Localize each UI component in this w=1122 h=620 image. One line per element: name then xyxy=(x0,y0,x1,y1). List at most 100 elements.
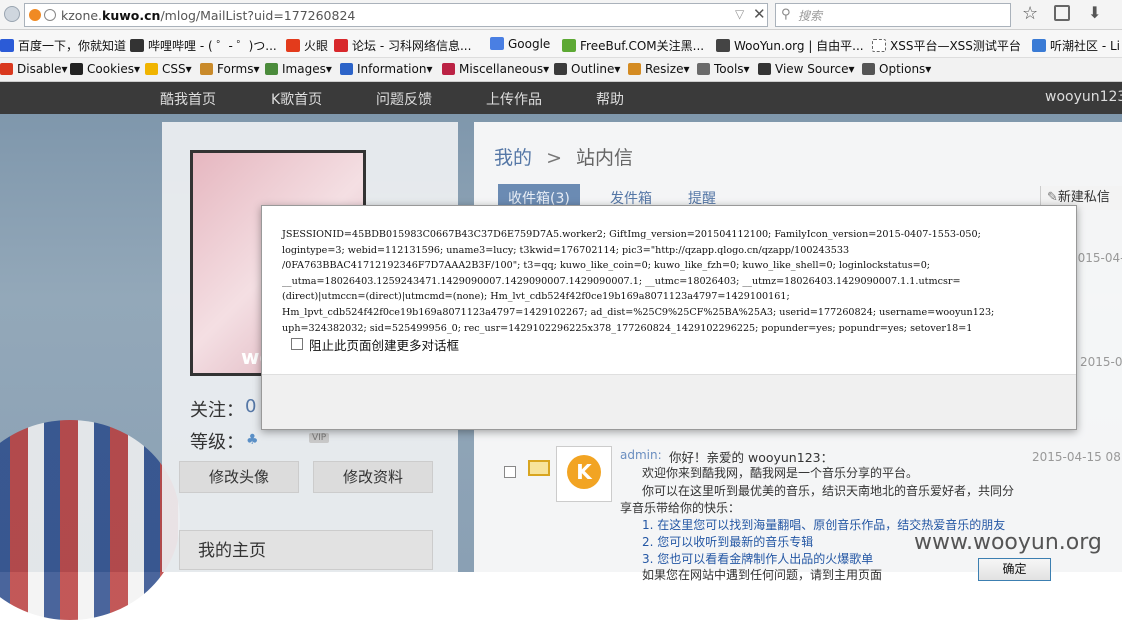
search-placeholder: 搜索 xyxy=(798,9,823,23)
nav-upload[interactable]: 上传作品 xyxy=(486,89,542,109)
edit-profile-button[interactable]: 修改资料 xyxy=(313,461,433,493)
bookmark-item[interactable]: FreeBuf.COM关注黑... xyxy=(562,37,704,54)
dropdown-arrow-icon[interactable]: ▽ xyxy=(735,7,744,21)
bookmark-label: 论坛 - 习科网络信息... xyxy=(352,39,472,53)
breadcrumb: 我的 > 站内信 xyxy=(494,143,633,170)
address-bar[interactable]: kzone.kuwo.cn/mlog/MailList?uid=17726082… xyxy=(24,3,768,27)
level-icon: ♣ xyxy=(246,432,259,448)
bookmark-item[interactable]: 论坛 - 习科网络信息... xyxy=(334,37,471,54)
url-domain: kuwo.cn xyxy=(102,8,161,23)
devbar-menu[interactable]: Outline▾ xyxy=(554,62,620,76)
eye-icon xyxy=(286,39,300,52)
message-line: 如果您在网站中遇到任何问题，请到主用页面 xyxy=(642,568,883,582)
bookmark-label: XSS平台—XSS测试平台 xyxy=(890,39,1021,53)
page-icon xyxy=(872,39,886,52)
url-host: kzone. xyxy=(61,8,103,23)
breadcrumb-me[interactable]: 我的 xyxy=(494,147,532,169)
devbar-menu[interactable]: Tools▾ xyxy=(697,62,750,76)
sender-avatar[interactable]: K xyxy=(556,446,612,502)
block-dialogs-checkbox[interactable] xyxy=(291,338,303,350)
watermark: www.wooyun.org xyxy=(914,530,1102,555)
devbar-menu[interactable]: Resize▾ xyxy=(628,62,689,76)
resize-icon xyxy=(628,63,641,75)
options-icon xyxy=(862,63,875,75)
breadcrumb-current: 站内信 xyxy=(576,147,634,169)
freebuf-icon xyxy=(562,39,576,52)
search-box[interactable]: ⚲ 搜索 xyxy=(775,3,1011,27)
follow-count[interactable]: 0 xyxy=(245,396,256,417)
devbar-menu[interactable]: Forms▾ xyxy=(200,62,260,76)
message-date: 2015-04-15 09:0 xyxy=(1070,251,1122,265)
message-list-item[interactable]: 2. 您可以收听到最新的音乐专辑 xyxy=(642,533,813,550)
level-label: 等级： xyxy=(190,432,244,453)
reload-icon[interactable]: ✕ xyxy=(753,5,766,23)
refresh-icon xyxy=(1032,39,1046,52)
devbar-label: Information▾ xyxy=(357,62,433,76)
message-list-item[interactable]: 3. 您也可以看看金牌制作人出品的火爆歌单 xyxy=(642,550,873,567)
devbar-menu[interactable]: Miscellaneous▾ xyxy=(442,62,549,76)
follow-label: 关注： xyxy=(190,400,244,421)
devbar-menu[interactable]: Options▾ xyxy=(862,62,931,76)
nav-username[interactable]: wooyun123 xyxy=(1045,89,1122,105)
devbar-label: Options▾ xyxy=(879,62,932,76)
bookmark-label: 哔哩哔哩 - ( ゜- ゜)つ... xyxy=(148,39,277,53)
my-homepage-link[interactable]: 我的主页 xyxy=(179,530,433,570)
paw-icon xyxy=(0,39,14,52)
message-date: 2015-04-15 08: xyxy=(1080,355,1122,369)
cookie-line: uph=324382032; sid=525499956_0; rec_usr=… xyxy=(282,322,973,334)
cookie-line: JSESSIONID=45BDB015983C0667B43C37D6E759D… xyxy=(282,229,981,240)
nav-feedback[interactable]: 问题反馈 xyxy=(376,89,432,109)
bookmarks-list-icon[interactable] xyxy=(1054,5,1070,21)
url-text[interactable]: kzone.kuwo.cn/mlog/MailList?uid=17726082… xyxy=(61,8,355,23)
devbar-label: View Source▾ xyxy=(775,62,855,76)
ok-button[interactable]: 确定 xyxy=(978,558,1051,581)
cookie-icon xyxy=(70,63,83,75)
outline-icon xyxy=(554,63,567,75)
devbar-label: Cookies▾ xyxy=(87,62,141,76)
bookmark-item[interactable]: XSS平台—XSS测试平台 xyxy=(872,37,1021,54)
back-icon[interactable] xyxy=(4,6,20,22)
cookie-line: logintype=3; webid=112131596; uname3=luc… xyxy=(282,244,850,256)
download-icon[interactable]: ⬇ xyxy=(1088,3,1101,22)
block-dialogs-label[interactable]: 阻止此页面创建更多对话框 xyxy=(309,335,459,354)
nav-ksong-home[interactable]: K歌首页 xyxy=(271,89,322,109)
bookmark-label: 百度一下，你就知道 xyxy=(18,39,127,53)
bookmark-item[interactable]: 百度一下，你就知道 xyxy=(0,37,126,54)
devbar-menu[interactable]: View Source▾ xyxy=(758,62,855,76)
world-icon xyxy=(44,9,56,21)
edit-avatar-button[interactable]: 修改头像 xyxy=(179,461,299,493)
bookmark-item[interactable]: 火眼 xyxy=(286,37,328,54)
cookie-line: __utma=18026403.1259243471.1429090007.14… xyxy=(282,275,961,287)
message-line: 欢迎你来到酷我网，酷我网是一个音乐分享的平台。 xyxy=(642,466,919,480)
bookmark-item[interactable]: 听潮社区 - Li xyxy=(1032,37,1120,54)
envelope-icon xyxy=(528,460,550,476)
message-checkbox[interactable] xyxy=(504,466,516,478)
nav-help[interactable]: 帮助 xyxy=(596,89,624,109)
search-icon: ⚲ xyxy=(781,7,791,22)
devbar-label: Tools▾ xyxy=(714,62,750,76)
devbar-menu[interactable]: Cookies▾ xyxy=(70,62,140,76)
alert-dialog: JSESSIONID=45BDB015983C0667B43C37D6E759D… xyxy=(261,205,1077,581)
cookie-line: Hm_lpvt_cdb524f42f0ce19b169a8071123a4797… xyxy=(282,306,995,318)
devbar-menu[interactable]: Information▾ xyxy=(340,62,433,76)
bookmark-item[interactable]: Google xyxy=(490,37,550,51)
bookmark-item[interactable]: WooYun.org | 自由平... xyxy=(716,37,864,54)
bookmark-label: 火眼 xyxy=(304,39,329,53)
bookmark-label: Google xyxy=(508,37,551,51)
devbar-menu[interactable]: Disable▾ xyxy=(0,62,68,76)
kuwo-k-logo: K xyxy=(567,455,601,489)
tools-icon xyxy=(697,63,710,75)
devbar-menu[interactable]: Images▾ xyxy=(265,62,332,76)
devbar-menu[interactable]: CSS▾ xyxy=(145,62,192,76)
star-icon[interactable]: ☆ xyxy=(1022,3,1038,24)
devbar-label: Miscellaneous▾ xyxy=(459,62,550,76)
info-icon xyxy=(340,63,353,75)
devbar-label: Resize▾ xyxy=(645,62,690,76)
nav-kuwo-home[interactable]: 酷我首页 xyxy=(160,89,216,109)
bookmark-item[interactable]: 哔哩哔哩 - ( ゜- ゜)つ... xyxy=(130,37,277,54)
misc-icon xyxy=(442,63,455,75)
message-sender[interactable]: admin: xyxy=(620,448,662,462)
source-icon xyxy=(758,63,771,75)
google-icon xyxy=(490,37,504,50)
dialog-footer: 确定 xyxy=(262,374,1076,581)
